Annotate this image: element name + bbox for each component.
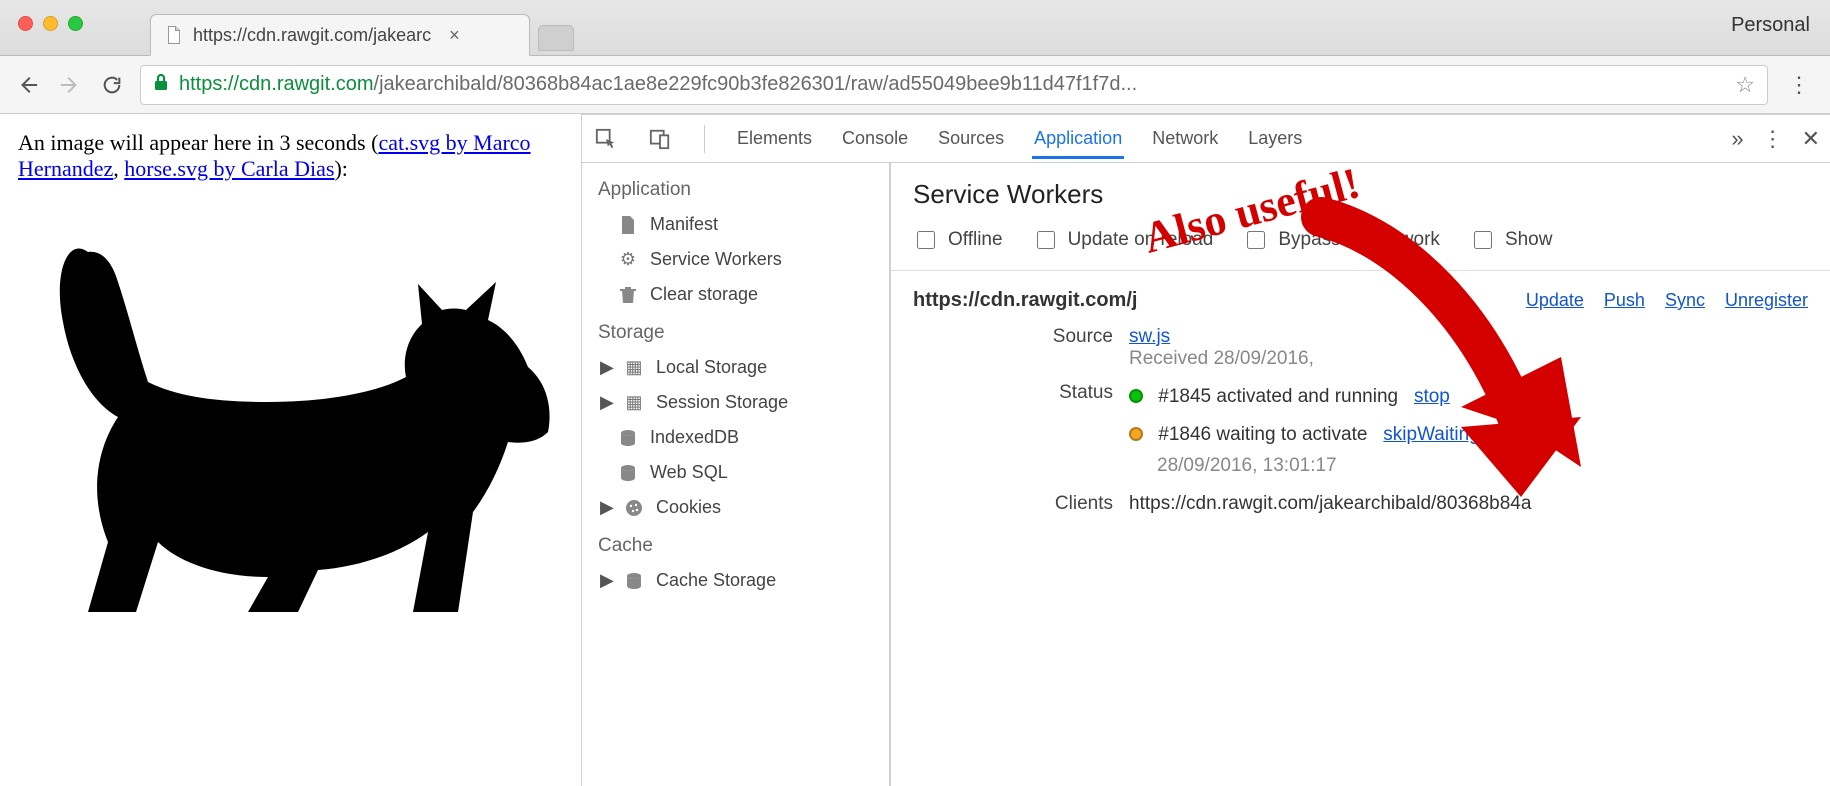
- tab-elements[interactable]: Elements: [735, 118, 814, 159]
- sidebar-item-service-workers[interactable]: ⚙ Service Workers: [582, 242, 889, 277]
- back-button[interactable]: [14, 71, 42, 99]
- service-workers-pane: Service Workers Offline Update on reload…: [891, 163, 1830, 786]
- sidebar-item-cache-storage[interactable]: ▶ Cache Storage: [582, 563, 889, 598]
- database-icon: [624, 572, 644, 590]
- inspect-icon[interactable]: [592, 125, 620, 153]
- checkbox[interactable]: [1037, 231, 1055, 249]
- tab-sources[interactable]: Sources: [936, 118, 1006, 159]
- devtools: Elements Console Sources Application Net…: [582, 114, 1830, 786]
- sidebar-item-clear-storage[interactable]: Clear storage: [582, 277, 889, 312]
- device-toggle-icon[interactable]: [646, 125, 674, 153]
- action-sync[interactable]: Sync: [1665, 290, 1705, 311]
- devtools-menu-icon[interactable]: ⋮: [1762, 126, 1784, 152]
- checkbox[interactable]: [1247, 231, 1265, 249]
- file-icon: [165, 26, 183, 44]
- divider: [704, 125, 705, 153]
- pane-heading: Service Workers: [913, 179, 1808, 210]
- link-horse-svg[interactable]: horse.svg by Carla Dias: [124, 156, 334, 181]
- tab-application[interactable]: Application: [1032, 118, 1124, 159]
- close-tab-icon[interactable]: ×: [449, 25, 460, 46]
- forward-button[interactable]: [56, 71, 84, 99]
- option-show-all[interactable]: Show: [1470, 228, 1553, 252]
- reload-button[interactable]: [98, 71, 126, 99]
- sidebar-item-manifest[interactable]: Manifest: [582, 207, 889, 242]
- content-split: An image will appear here in 3 seconds (…: [0, 114, 1830, 786]
- expand-icon[interactable]: ▶: [600, 497, 612, 518]
- expand-icon[interactable]: ▶: [600, 392, 612, 413]
- sidebar-item-cookies[interactable]: ▶ Cookies: [582, 490, 889, 525]
- address-bar[interactable]: https://cdn.rawgit.com/jakearchibald/803…: [140, 65, 1768, 105]
- status-dot-orange: [1129, 427, 1143, 441]
- label-clients: Clients: [913, 493, 1113, 515]
- sidebar-item-websql[interactable]: Web SQL: [582, 455, 889, 490]
- titlebar: https://cdn.rawgit.com/jakearc × Persona…: [0, 0, 1830, 56]
- tab-network[interactable]: Network: [1150, 118, 1220, 159]
- sidebar-section-cache: Cache: [582, 525, 889, 563]
- checkbox[interactable]: [1474, 231, 1492, 249]
- devtools-close-icon[interactable]: ✕: [1802, 126, 1820, 152]
- action-update[interactable]: Update: [1526, 290, 1584, 311]
- action-stop[interactable]: stop: [1414, 386, 1450, 407]
- option-offline[interactable]: Offline: [913, 228, 1003, 252]
- more-tabs-icon[interactable]: »: [1731, 126, 1743, 152]
- status-row-activated: #1845 activated and running stop: [1129, 382, 1808, 412]
- divider: [891, 270, 1830, 271]
- option-update-on-reload[interactable]: Update on reload: [1033, 228, 1214, 252]
- gear-icon: ⚙: [618, 249, 638, 270]
- database-icon: [618, 429, 638, 447]
- minimize-window-button[interactable]: [43, 16, 58, 31]
- page-text: An image will appear here in 3 seconds (…: [18, 130, 563, 182]
- status-dot-green: [1129, 389, 1143, 403]
- cat-image: [18, 192, 563, 638]
- sidebar-section-storage: Storage: [582, 312, 889, 350]
- action-skipwaiting[interactable]: skipWaiting: [1383, 424, 1479, 445]
- bookmark-star-icon[interactable]: ☆: [1735, 72, 1755, 98]
- profile-label[interactable]: Personal: [1731, 14, 1810, 37]
- application-sidebar: Application Manifest ⚙ Service Workers C…: [582, 163, 891, 786]
- source-link[interactable]: sw.js: [1129, 326, 1170, 347]
- clients-value: https://cdn.rawgit.com/jakearchibald/803…: [1129, 493, 1808, 515]
- expand-icon[interactable]: ▶: [600, 570, 612, 591]
- lock-icon: [153, 73, 169, 96]
- page-viewport: An image will appear here in 3 seconds (…: [0, 114, 582, 786]
- new-tab-button[interactable]: [538, 25, 574, 51]
- sw-actions: Update Push Sync Unregister: [1526, 290, 1808, 311]
- close-window-button[interactable]: [18, 16, 33, 31]
- grid-icon: ▦: [624, 357, 644, 378]
- maximize-window-button[interactable]: [68, 16, 83, 31]
- toolbar: https://cdn.rawgit.com/jakearchibald/803…: [0, 56, 1830, 114]
- label-status: Status: [913, 382, 1113, 404]
- grid-icon: ▦: [624, 392, 644, 413]
- sidebar-item-local-storage[interactable]: ▶ ▦ Local Storage: [582, 350, 889, 385]
- status-waiting-time: 28/09/2016, 13:01:17: [1157, 455, 1337, 476]
- status-row-waiting: #1846 waiting to activate skipWaiting 28…: [1129, 420, 1808, 481]
- sidebar-item-session-storage[interactable]: ▶ ▦ Session Storage: [582, 385, 889, 420]
- url-scheme: https://cdn.rawgit.com/jakearchibald/803…: [179, 73, 1137, 96]
- checkbox[interactable]: [917, 231, 935, 249]
- database-icon: [618, 464, 638, 482]
- window-controls: [0, 0, 83, 31]
- tab-layers[interactable]: Layers: [1246, 118, 1304, 159]
- option-bypass-network[interactable]: Bypass for network: [1243, 228, 1440, 252]
- tab-console[interactable]: Console: [840, 118, 910, 159]
- label-source: Source: [913, 326, 1113, 348]
- sidebar-section-application: Application: [582, 169, 889, 207]
- cookie-icon: [624, 499, 644, 517]
- chrome-menu-icon[interactable]: ⋮: [1782, 72, 1816, 98]
- action-push[interactable]: Push: [1604, 290, 1645, 311]
- sw-options: Offline Update on reload Bypass for netw…: [913, 228, 1808, 252]
- file-icon: [618, 216, 638, 234]
- action-unregister[interactable]: Unregister: [1725, 290, 1808, 311]
- tab-title: https://cdn.rawgit.com/jakearc: [193, 25, 431, 46]
- browser-tab[interactable]: https://cdn.rawgit.com/jakearc ×: [150, 14, 530, 56]
- expand-icon[interactable]: ▶: [600, 357, 612, 378]
- trash-icon: [618, 286, 638, 304]
- source-received: Received 28/09/2016,: [1129, 348, 1314, 369]
- sidebar-item-indexeddb[interactable]: IndexedDB: [582, 420, 889, 455]
- devtools-tabbar: Elements Console Sources Application Net…: [582, 115, 1830, 163]
- sw-origin: https://cdn.rawgit.com/j: [913, 289, 1137, 312]
